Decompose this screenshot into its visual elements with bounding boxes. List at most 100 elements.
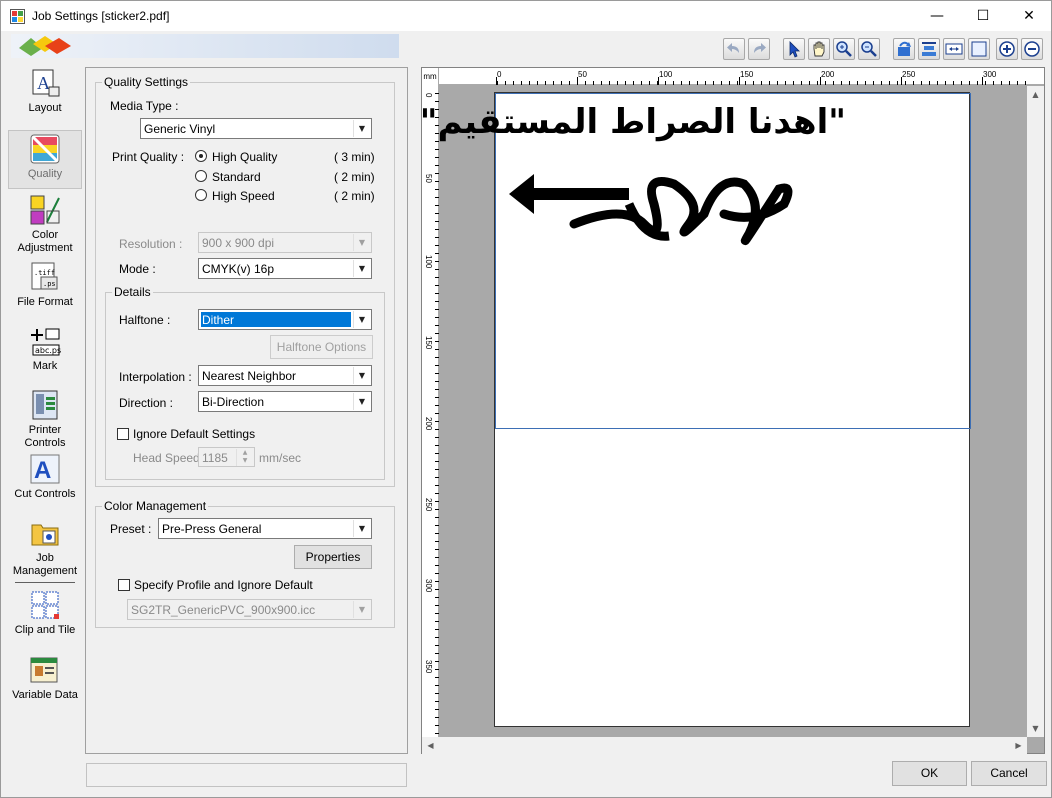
ruler-minor-tick (929, 81, 930, 85)
ruler-minor-tick (649, 81, 650, 85)
ruler-tick-label: 100 (659, 70, 673, 79)
scroll-right-icon[interactable]: ▶ (1010, 737, 1027, 754)
calligraphy-arrow-icon (509, 174, 793, 245)
minimize-button[interactable]: — (914, 1, 960, 31)
svg-text:abc.ps: abc.ps (35, 346, 61, 355)
ruler-minor-tick (435, 637, 439, 638)
nav-file-format[interactable]: .tiff .ps File Format (8, 261, 82, 309)
redo-icon[interactable] (748, 38, 770, 60)
ok-button[interactable]: OK (892, 761, 967, 786)
ruler-minor-tick (435, 413, 439, 414)
align-top-icon[interactable] (918, 38, 940, 60)
ruler-minor-tick (665, 81, 666, 85)
ruler-tick-label: 300 (983, 70, 997, 79)
ruler-minor-tick (729, 81, 730, 85)
nav-printer-controls[interactable]: Printer Controls (8, 389, 82, 450)
interpolation-select[interactable]: Nearest Neighbor ▼ (198, 365, 372, 386)
ruler-minor-tick (435, 389, 439, 390)
media-type-select[interactable]: Generic Vinyl ▼ (140, 118, 372, 139)
halftone-select[interactable]: Dither ▼ (198, 309, 372, 330)
ruler-minor-tick (435, 453, 439, 454)
ruler-tick-label: 50 (578, 70, 587, 79)
rotate-icon[interactable] (893, 38, 915, 60)
ruler-tick-label: 100 (424, 255, 433, 269)
direction-select[interactable]: Bi-Direction ▼ (198, 391, 372, 412)
ruler-minor-tick (435, 397, 439, 398)
zoom-in-magnifier-icon[interactable] (833, 38, 855, 60)
scroll-left-icon[interactable]: ◀ (422, 737, 439, 754)
ruler-minor-tick (435, 157, 439, 158)
zoom-minus-icon[interactable] (1021, 38, 1043, 60)
close-button[interactable]: ✕ (1006, 1, 1052, 31)
nav-mark[interactable]: abc.ps Mark (8, 325, 82, 373)
spinner-arrows-icon: ▲ ▼ (236, 449, 253, 466)
fit-page-icon[interactable] (968, 38, 990, 60)
cancel-button[interactable]: Cancel (971, 761, 1047, 786)
ruler-minor-tick (435, 469, 439, 470)
resolution-select[interactable]: 900 x 900 dpi ▼ (198, 232, 372, 253)
maximize-button[interactable]: ☐ (960, 1, 1006, 31)
preset-select[interactable]: Pre-Press General ▼ (158, 518, 372, 539)
ruler-minor-tick (435, 245, 439, 246)
ruler-tick-label: 200 (821, 70, 835, 79)
radio-standard[interactable] (195, 170, 207, 182)
ruler-minor-tick (435, 485, 439, 486)
ruler-minor-tick (435, 253, 439, 254)
head-speed-spinner[interactable]: 1185 ▲ ▼ (198, 447, 255, 467)
option-high-quality-time: ( 3 min) (334, 150, 375, 164)
sticker-artwork[interactable]: "اهدنا الصراط المستقيم" (420, 93, 971, 429)
ruler-minor-tick (435, 501, 439, 502)
pointer-icon[interactable] (783, 38, 805, 60)
ruler-minor-tick (985, 81, 986, 85)
specify-profile-checkbox[interactable] (118, 579, 130, 591)
layout-icon: A (32, 69, 60, 97)
ruler-minor-tick (435, 293, 439, 294)
svg-text:.ps: .ps (43, 280, 56, 288)
ruler-minor-tick (435, 565, 439, 566)
radio-high-speed[interactable] (195, 189, 207, 201)
nav-clip-and-tile[interactable]: Clip and Tile (8, 589, 82, 637)
ruler-minor-tick (435, 205, 439, 206)
ruler-minor-tick (435, 685, 439, 686)
scroll-up-icon[interactable]: ▲ (1027, 86, 1044, 103)
nav-job-management[interactable]: Job Management (8, 517, 82, 578)
nav-variable-data[interactable]: Variable Data (8, 654, 82, 702)
ruler-minor-tick (435, 597, 439, 598)
ruler-minor-tick (435, 525, 439, 526)
quality-settings-title: Quality Settings (102, 75, 191, 89)
scroll-down-icon[interactable]: ▼ (1027, 720, 1044, 737)
hand-icon[interactable] (808, 38, 830, 60)
file-format-icon: .tiff .ps (31, 262, 58, 290)
ruler-minor-tick (961, 81, 962, 85)
chevron-down-icon: ▼ (353, 393, 370, 410)
details-group: Details Halftone : Dither ▼ Halftone Opti… (105, 285, 385, 480)
status-bar (86, 763, 407, 787)
properties-button[interactable]: Properties (294, 545, 372, 569)
zoom-out-magnifier-icon[interactable] (858, 38, 880, 60)
ruler-minor-tick (529, 81, 530, 85)
mode-label: Mode : (119, 262, 156, 276)
nav-cut-controls[interactable]: A Cut Controls (8, 453, 82, 501)
ruler-tick (820, 77, 821, 85)
nav-color-adjustment[interactable]: Color Adjustment (8, 194, 82, 255)
profile-select[interactable]: SG2TR_GenericPVC_900x900.icc ▼ (127, 599, 372, 620)
ignore-default-checkbox[interactable] (117, 428, 129, 440)
zoom-plus-icon[interactable] (996, 38, 1018, 60)
ruler-minor-tick (435, 325, 439, 326)
vertical-scrollbar[interactable]: ▲ ▼ (1027, 86, 1044, 737)
mode-select[interactable]: CMYK(v) 16p ▼ (198, 258, 372, 279)
ruler-minor-tick (435, 93, 439, 94)
ruler-minor-tick (435, 285, 439, 286)
ruler-minor-tick (633, 81, 634, 85)
ruler-minor-tick (435, 573, 439, 574)
nav-layout[interactable]: A Layout (8, 67, 82, 115)
ruler-minor-tick (793, 81, 794, 85)
fit-width-icon[interactable] (943, 38, 965, 60)
halftone-options-button[interactable]: Halftone Options (270, 335, 373, 359)
direction-label: Direction : (119, 396, 174, 410)
nav-quality[interactable]: Quality (8, 130, 82, 189)
horizontal-scrollbar[interactable]: ◀ ▶ (422, 737, 1027, 754)
undo-icon[interactable] (723, 38, 745, 60)
interpolation-label: Interpolation : (119, 370, 192, 384)
radio-high-quality[interactable] (195, 150, 207, 162)
